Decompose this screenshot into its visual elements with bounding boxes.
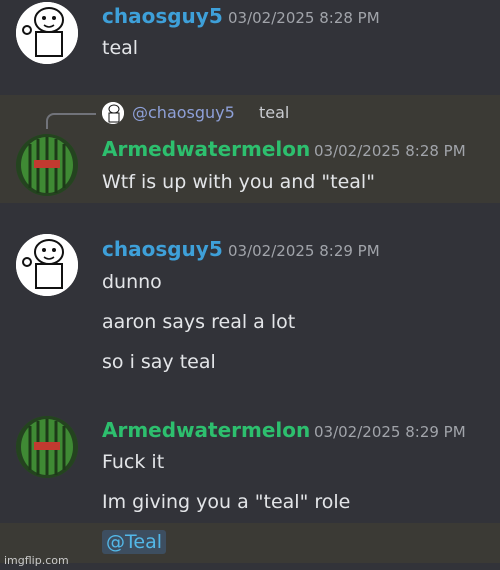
avatar[interactable]	[16, 416, 78, 478]
reply-mention[interactable]: @chaosguy5	[132, 103, 235, 122]
mention-highlight	[0, 523, 500, 563]
message-text: Wtf is up with you and "teal"	[102, 171, 375, 193]
message-text: so i say teal	[102, 351, 216, 373]
message-text: Fuck it	[102, 451, 165, 473]
reply-connector	[46, 113, 96, 129]
author-name[interactable]: chaosguy5	[102, 237, 223, 261]
reply-avatar	[102, 102, 124, 124]
message-text: teal	[102, 37, 139, 59]
timestamp: 03/02/2025 8:28 PM	[228, 9, 380, 27]
watermark: imgflip.com	[4, 554, 69, 567]
author-name[interactable]: Armedwatermelon	[102, 137, 310, 161]
avatar[interactable]	[16, 134, 78, 196]
timestamp: 03/02/2025 8:29 PM	[314, 423, 466, 441]
author-name[interactable]: Armedwatermelon	[102, 418, 310, 442]
timestamp: 03/02/2025 8:29 PM	[228, 242, 380, 260]
author-name[interactable]: chaosguy5	[102, 4, 223, 28]
message-text: dunno	[102, 271, 162, 293]
avatar[interactable]	[16, 234, 78, 296]
timestamp: 03/02/2025 8:28 PM	[314, 142, 466, 160]
role-mention[interactable]: @Teal	[102, 530, 166, 554]
reply-preview-text[interactable]: teal	[259, 103, 289, 122]
message-text: aaron says real a lot	[102, 311, 296, 333]
avatar[interactable]	[16, 2, 78, 64]
message: chaosguy5 03/02/2025 8:28 PM teal	[0, 0, 500, 95]
message-text: Im giving you a "teal" role	[102, 491, 351, 513]
